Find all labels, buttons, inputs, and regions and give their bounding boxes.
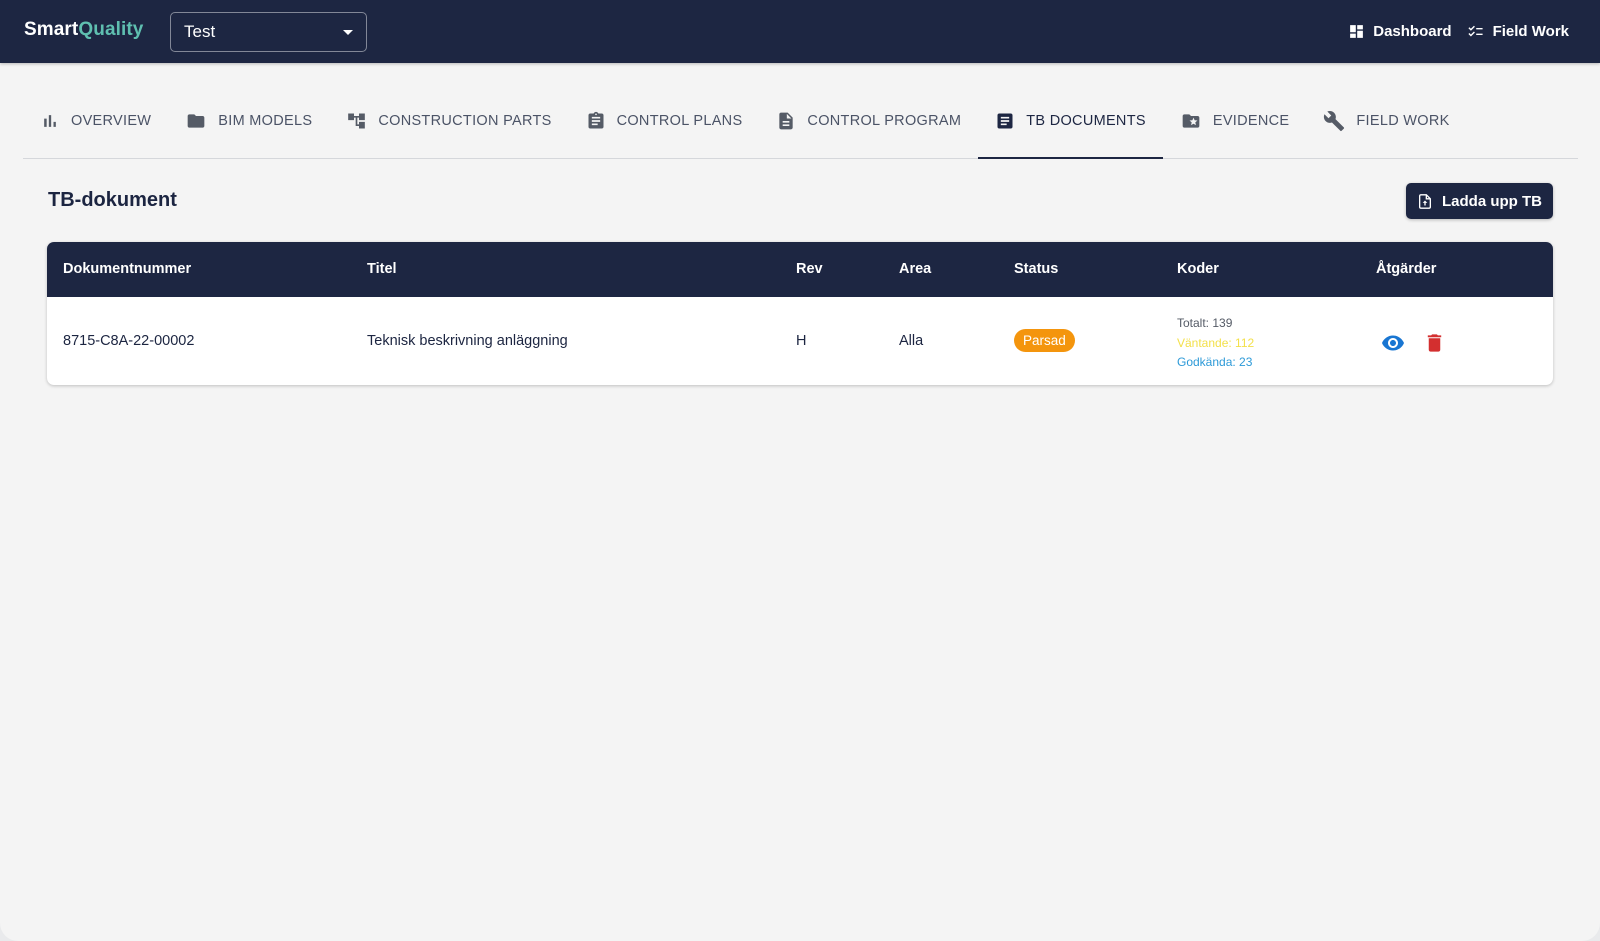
- caret-down-icon: [343, 30, 353, 35]
- column-header-status[interactable]: Status: [1014, 261, 1058, 277]
- upload-tb-label: Ladda upp TB: [1442, 192, 1542, 210]
- tab-bar: OVERVIEW BIM MODELS CONSTRUCTION PARTS C…: [23, 84, 1578, 159]
- file-upload-icon: [1419, 193, 1431, 209]
- column-header-title[interactable]: Titel: [367, 261, 397, 277]
- brand-part-quality: Quality: [78, 19, 144, 40]
- bar-chart-icon: [44, 115, 56, 127]
- cell-doc-number: 8715-C8A-22-00002: [63, 333, 195, 349]
- column-header-doc-number[interactable]: Dokumentnummer: [63, 261, 191, 277]
- cell-title: Teknisk beskrivning anläggning: [367, 333, 568, 349]
- project-select-value: Test: [184, 22, 216, 41]
- table-header: Dokumentnummer Titel Rev Area Status Kod…: [47, 242, 1553, 297]
- clipboard-icon: [588, 111, 604, 129]
- tab-label: TB DOCUMENTS: [1026, 113, 1146, 129]
- dashboard-button[interactable]: Dashboard: [1348, 23, 1452, 40]
- article-icon: [997, 113, 1013, 129]
- hierarchy-icon: [348, 113, 366, 129]
- tab-label: EVIDENCE: [1212, 113, 1290, 129]
- tab-label: CONSTRUCTION PARTS: [378, 113, 552, 129]
- tab-evidence[interactable]: EVIDENCE: [1163, 84, 1307, 158]
- tb-documents-table: Dokumentnummer Titel Rev Area Status Kod…: [47, 242, 1553, 385]
- project-select[interactable]: Test: [170, 12, 367, 52]
- column-header-actions: Åtgärder: [1376, 261, 1437, 277]
- folder-icon: [187, 114, 205, 128]
- eye-icon[interactable]: [1381, 331, 1405, 355]
- tab-bim-models[interactable]: BIM MODELS: [168, 84, 329, 158]
- tab-field-work[interactable]: FIELD WORK: [1306, 84, 1466, 158]
- cell-rev: H: [796, 333, 807, 349]
- brand-part-smart: Smart: [24, 19, 79, 40]
- app-bar: SmartQuality Test Dashboard Field Work: [0, 0, 1600, 63]
- tab-label: FIELD WORK: [1356, 113, 1450, 129]
- star-folder-icon: [1182, 114, 1200, 128]
- tab-label: CONTROL PLANS: [616, 113, 743, 129]
- column-header-codes[interactable]: Koder: [1177, 261, 1219, 277]
- codes-approved: Godkända: 23: [1177, 355, 1253, 369]
- tab-control-program[interactable]: CONTROL PROGRAM: [759, 84, 978, 158]
- tab-control-plans[interactable]: CONTROL PLANS: [569, 84, 760, 158]
- field-work-label: Field Work: [1492, 23, 1569, 40]
- wrench-icon: [1324, 111, 1345, 132]
- tab-label: CONTROL PROGRAM: [807, 113, 962, 129]
- cell-area: Alla: [899, 333, 924, 349]
- codes-pending: Väntande: 112: [1177, 335, 1255, 350]
- dashboard-icon: [1350, 25, 1364, 38]
- tab-tb-documents[interactable]: TB DOCUMENTS: [978, 84, 1163, 159]
- brand-logo[interactable]: SmartQuality: [24, 19, 143, 41]
- codes-total: Totalt: 139: [1177, 316, 1233, 330]
- app-window: SmartQuality Test Dashboard Field Work O…: [0, 0, 1600, 941]
- tab-label: BIM MODELS: [218, 113, 313, 129]
- tab-overview[interactable]: OVERVIEW: [23, 84, 168, 158]
- field-work-button[interactable]: Field Work: [1466, 23, 1569, 40]
- checklist-icon: [1468, 25, 1483, 37]
- tab-construction-parts[interactable]: CONSTRUCTION PARTS: [329, 84, 568, 158]
- page-title: TB-dokument: [48, 189, 177, 211]
- trash-icon[interactable]: [1423, 331, 1446, 355]
- column-header-area[interactable]: Area: [899, 261, 931, 277]
- document-icon: [779, 112, 794, 130]
- top-nav: Dashboard Field Work: [1348, 0, 1569, 63]
- tab-label: OVERVIEW: [71, 113, 152, 129]
- cell-codes: Totalt: 139 Väntande: 112 Godkända: 23: [1177, 314, 1254, 373]
- dashboard-label: Dashboard: [1373, 23, 1452, 40]
- column-header-rev[interactable]: Rev: [796, 261, 823, 277]
- upload-tb-button[interactable]: Ladda upp TB: [1406, 183, 1553, 219]
- status-badge: Parsad: [1014, 329, 1075, 352]
